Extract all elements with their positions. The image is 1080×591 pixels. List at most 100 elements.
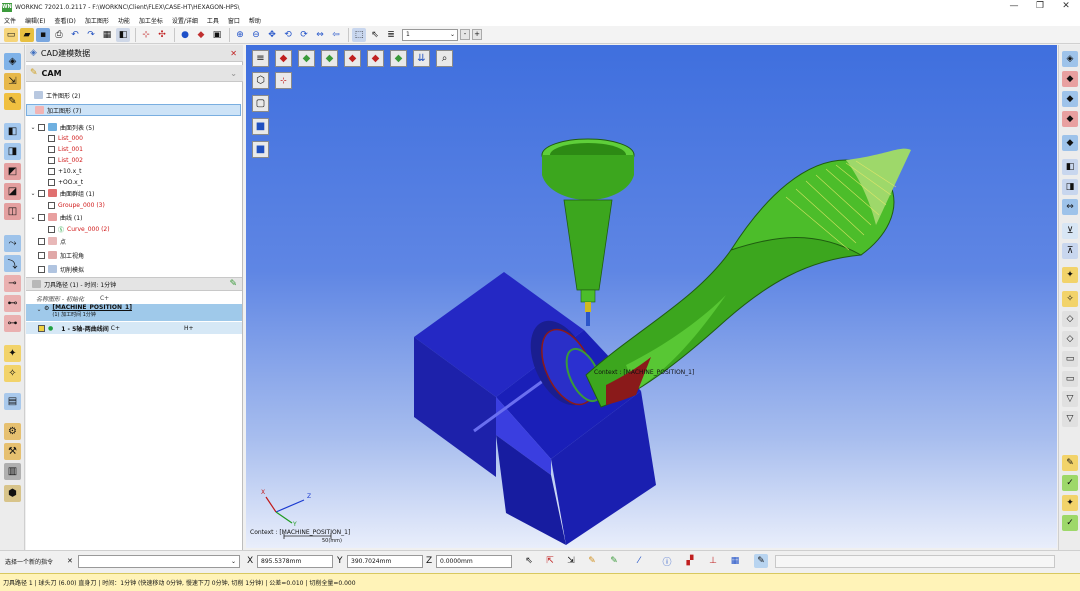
snap-line-icon[interactable]: ⁄ <box>632 554 646 568</box>
checkbox[interactable] <box>48 178 55 186</box>
layer-plus-button[interactable]: + <box>472 29 482 40</box>
new-file-icon[interactable]: ▭ <box>4 27 18 42</box>
color-alt-icon[interactable]: ✧ <box>1062 291 1078 307</box>
shaded-sphere-icon[interactable]: ● <box>178 28 192 42</box>
cad-model-icon[interactable]: ◈ <box>4 53 21 70</box>
checkbox[interactable] <box>38 189 45 197</box>
cam-panel-header[interactable]: ✎ CAM ⌄ <box>26 65 243 82</box>
3d-viewport[interactable]: ≡ ◆ ◆ ◆ ◆ ◆ ◆ ⇊ ⌕ ⬡ ⊹ ▢ ■ ■ Context: [M… <box>246 45 1057 548</box>
stock-alt-icon[interactable]: ◫ <box>4 203 21 220</box>
checkbox[interactable] <box>38 237 45 245</box>
snap-center-icon[interactable]: ✎ <box>585 554 599 568</box>
expand-icon[interactable]: ⌄ <box>30 124 36 131</box>
toolpath-header[interactable]: 刀具路径 (1) - 时间: 1分钟 ✎ <box>26 277 242 291</box>
cad-panel-header[interactable]: ◈ CAD建模数据 ✕ <box>26 45 243 62</box>
rotate-icon[interactable]: ⟲ <box>281 28 295 42</box>
z-coordinate-field[interactable]: 0.0000mm <box>436 555 512 568</box>
measure-distance-icon[interactable]: ⇔ <box>1062 199 1078 215</box>
checkbox[interactable] <box>38 265 45 273</box>
close-button[interactable]: ✕ <box>1052 0 1080 14</box>
default-row[interactable]: 名称图形 - 初始化 C+ <box>36 293 109 303</box>
checkbox[interactable] <box>48 225 55 233</box>
select-window-icon[interactable]: ⬚ <box>352 27 366 42</box>
view-iso-blue-icon[interactable]: ◆ <box>1062 135 1078 151</box>
tree-list-000[interactable]: List_000 <box>48 133 83 143</box>
minimize-button[interactable]: — <box>1000 0 1028 14</box>
tree-list-002[interactable]: List_002 <box>48 155 83 165</box>
drill-icon[interactable]: ⊸ <box>4 275 21 292</box>
snap-end-icon[interactable]: ⇱ <box>543 554 557 568</box>
checkbox[interactable] <box>48 201 55 209</box>
simulation-icon[interactable]: ✦ <box>4 345 21 362</box>
add-toolpath-icon[interactable]: ✎ <box>229 279 237 289</box>
view-cube-icon[interactable]: ◈ <box>1062 51 1078 67</box>
view-front-red-icon[interactable]: ◆ <box>1062 71 1078 87</box>
tool-toggle-icon[interactable]: ⊥ <box>706 554 720 568</box>
close-icon[interactable]: ✕ <box>67 557 73 565</box>
machine-icon[interactable]: ⚙ <box>4 423 21 440</box>
menu-help[interactable]: 帮助 <box>249 16 261 25</box>
tree-machining-selected[interactable]: 加工图形 (7) <box>26 104 241 116</box>
checkbox[interactable] <box>38 213 45 221</box>
print-icon[interactable]: ⎙ <box>52 28 66 42</box>
checkbox[interactable] <box>38 324 45 332</box>
import-icon[interactable]: ⇲ <box>4 73 21 90</box>
panel-toggle-icon[interactable]: ◧ <box>116 27 130 42</box>
machine-toggle-icon[interactable]: ▞ <box>683 554 697 568</box>
path-green-alt-icon[interactable]: ✓ <box>1062 515 1078 531</box>
filter-alt-icon[interactable]: ▽ <box>1062 411 1078 427</box>
view-right-red-icon[interactable]: ◆ <box>1062 111 1078 127</box>
measure-icon[interactable]: ⬢ <box>4 485 21 502</box>
menu-machining-graphics[interactable]: 加工图形 <box>85 16 109 25</box>
hide-icon[interactable]: ▭ <box>1062 351 1078 367</box>
checkbox[interactable] <box>38 123 45 131</box>
expand-icon[interactable]: ⌄ <box>30 190 36 197</box>
tree-curves[interactable]: ⌄ 曲线 (1) <box>30 212 82 222</box>
tree-surface-list[interactable]: ⌄ 曲面列表 (5) <box>30 122 94 132</box>
show-icon[interactable]: ▭ <box>1062 371 1078 387</box>
path-green-icon[interactable]: ✓ <box>1062 475 1078 491</box>
close-icon[interactable]: ✕ <box>230 49 237 58</box>
y-coordinate-field[interactable]: 390.7024mm <box>347 555 423 568</box>
section-icon[interactable]: ◧ <box>1062 159 1078 175</box>
tool-display-icon[interactable]: ⊻ <box>1062 223 1078 239</box>
select-cursor-icon[interactable]: ⇖ <box>368 28 382 42</box>
tree-points[interactable]: 点 <box>38 236 66 246</box>
axis-triad-alt-icon[interactable]: ✣ <box>155 28 169 42</box>
tree-curve-000[interactable]: Ⓢ Curve_000 (2) <box>48 224 110 234</box>
menu-settings[interactable]: 设置/详细 <box>172 16 198 25</box>
checkbox[interactable] <box>48 156 55 164</box>
postprocessor-icon[interactable]: ⚒ <box>4 443 21 460</box>
snap-point-icon[interactable]: ⇖ <box>522 554 536 568</box>
nc-output-icon[interactable]: ▥ <box>4 463 21 480</box>
report-icon[interactable]: ▤ <box>4 393 21 410</box>
axis-triad-icon[interactable]: ⊹ <box>139 28 153 42</box>
menu-view[interactable]: 查看(D) <box>55 16 76 25</box>
expand-icon[interactable]: ⌄ <box>30 214 36 221</box>
save-icon[interactable]: ▪ <box>36 27 50 42</box>
checkbox[interactable] <box>38 251 45 259</box>
pan-icon[interactable]: ✥ <box>265 28 279 42</box>
layer-minus-button[interactable]: - <box>460 29 470 40</box>
boundary-icon[interactable]: ◩ <box>4 163 21 180</box>
open-folder-icon[interactable]: ▰ <box>20 27 34 42</box>
operation-row[interactable]: ● 1 - 5轴-两曲线间 C+ H+ <box>26 322 242 334</box>
zoom-area-icon[interactable]: ⊕ <box>233 28 247 42</box>
simulation-alt-icon[interactable]: ✧ <box>4 365 21 382</box>
screenshot-icon[interactable]: ▣ <box>210 28 224 42</box>
view-top-blue-icon[interactable]: ◆ <box>1062 91 1078 107</box>
active-tool-icon[interactable]: ✎ <box>754 554 768 568</box>
tree-groupe-000[interactable]: Groupe_000 (3) <box>48 200 105 210</box>
path-display-icon[interactable]: ✎ <box>1062 455 1078 471</box>
checkbox[interactable] <box>48 167 55 175</box>
maximize-button[interactable]: ❐ <box>1026 0 1054 14</box>
tree-simulation[interactable]: 切削模拟 <box>38 264 84 274</box>
filter-icon[interactable]: ▽ <box>1062 391 1078 407</box>
grid-icon[interactable]: ▦ <box>100 28 114 42</box>
path-yellow-icon[interactable]: ✦ <box>1062 495 1078 511</box>
command-input[interactable]: ⌄ <box>78 555 240 568</box>
expand-icon[interactable]: ⌄ <box>36 306 42 313</box>
fit-view-icon[interactable]: ⇔ <box>313 28 327 42</box>
redo-icon[interactable]: ↷ <box>84 28 98 42</box>
snap-curve-icon[interactable]: ✎ <box>607 554 621 568</box>
